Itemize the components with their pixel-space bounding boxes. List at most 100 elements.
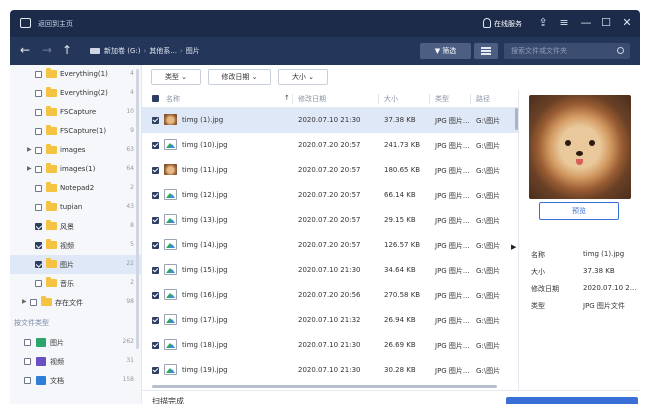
breadcrumb-drive[interactable]: 新加卷 (G:)	[104, 47, 140, 55]
sidebar-item[interactable]: tupian 43	[10, 198, 141, 217]
minimize-icon[interactable]: —	[578, 15, 594, 31]
expand-arrow-icon[interactable]: ▶	[27, 165, 32, 172]
checkbox[interactable]	[35, 128, 42, 135]
up-arrow-icon[interactable]: ↑	[62, 43, 72, 57]
column-header-path[interactable]: 路径	[476, 94, 490, 104]
online-service-link[interactable]: 在线服务	[494, 19, 522, 29]
table-row[interactable]: timg (18).jpg 2020.07.10 21:30 26.69 KB JPG…	[142, 333, 518, 358]
forward-arrow-icon[interactable]: →	[42, 43, 52, 57]
video-icon	[36, 357, 46, 366]
sidebar-item[interactable]: Notepad2 2	[10, 179, 141, 198]
column-divider[interactable]	[429, 94, 430, 104]
row-checkbox[interactable]	[152, 242, 159, 249]
sidebar-item[interactable]: ▶ images 63	[10, 141, 141, 160]
table-row[interactable]: timg (14).jpg 2020.07.20 20:57 126.57 KB JP…	[142, 233, 518, 258]
maximize-icon[interactable]: ☐	[598, 15, 614, 31]
column-divider[interactable]	[292, 94, 293, 104]
sidebar-item[interactable]: ▶ 存在文件 98	[10, 293, 141, 312]
column-header-size[interactable]: 大小	[384, 94, 398, 104]
row-checkbox[interactable]	[152, 142, 159, 149]
online-service-icon[interactable]	[483, 18, 491, 28]
filter-button[interactable]: ▼ 筛选	[420, 43, 471, 59]
column-header-type[interactable]: 类型	[435, 94, 449, 104]
sort-size-label: 大小	[291, 73, 306, 81]
sidebar-item[interactable]: Everything(1) 4	[10, 65, 141, 84]
table-row[interactable]: timg (16).jpg 2020.07.20 20:56 270.58 KB JP…	[142, 283, 518, 308]
column-divider[interactable]	[378, 94, 379, 104]
column-header-name[interactable]: 名称	[166, 94, 180, 104]
expand-arrow-icon[interactable]: ▶	[27, 146, 32, 153]
breadcrumb-current[interactable]: 图片	[186, 47, 200, 55]
row-checkbox[interactable]	[152, 292, 159, 299]
checkbox[interactable]	[35, 166, 42, 173]
checkbox[interactable]	[35, 109, 42, 116]
search-icon[interactable]	[617, 47, 624, 54]
table-row[interactable]: timg (11).jpg 2020.07.20 20:57 180.65 KB JP…	[142, 158, 518, 183]
checkbox[interactable]	[35, 71, 42, 78]
table-row[interactable]: timg (10).jpg 2020.07.20 20:57 241.73 KB JP…	[142, 133, 518, 158]
sidebar-type-item[interactable]: 文档 158	[10, 371, 141, 390]
collapse-panel-icon[interactable]: ▶	[511, 243, 516, 251]
checkbox[interactable]	[35, 280, 42, 287]
share-icon[interactable]: ⇪	[535, 15, 551, 31]
checkbox[interactable]	[35, 242, 42, 249]
sort-by-size-button[interactable]: 大小 ⌄	[278, 69, 328, 85]
sidebar-item[interactable]: FSCapture(1) 9	[10, 122, 141, 141]
expand-arrow-icon[interactable]: ▶	[22, 298, 27, 305]
file-path: G:\图片	[476, 367, 501, 375]
close-icon[interactable]: ✕	[619, 15, 635, 31]
sidebar-item[interactable]: FSCapture 10	[10, 103, 141, 122]
search-input[interactable]: 搜索文件或文件夹	[504, 43, 630, 59]
checkbox[interactable]	[35, 90, 42, 97]
checkbox[interactable]	[35, 185, 42, 192]
image-icon	[36, 338, 46, 347]
table-row[interactable]: timg (15).jpg 2020.07.10 21:30 34.64 KB JPG…	[142, 258, 518, 283]
sidebar-item[interactable]: ▶ images(1) 64	[10, 160, 141, 179]
sidebar-item[interactable]: Everything(2) 4	[10, 84, 141, 103]
sidebar-item[interactable]: 视频 5	[10, 236, 141, 255]
sidebar-scrollbar[interactable]	[136, 69, 139, 349]
row-checkbox[interactable]	[152, 342, 159, 349]
column-header-date[interactable]: 修改日期	[298, 94, 326, 104]
sidebar-item[interactable]: 风景 8	[10, 217, 141, 236]
sidebar-item-selected[interactable]: 图片 22	[10, 255, 141, 274]
view-menu-button[interactable]	[474, 43, 498, 59]
checkbox[interactable]	[35, 147, 42, 154]
column-divider[interactable]	[470, 94, 471, 104]
row-checkbox[interactable]	[152, 217, 159, 224]
checkbox[interactable]	[24, 377, 31, 384]
table-row[interactable]: timg (17).jpg 2020.07.10 21:32 26.94 KB JPG…	[142, 308, 518, 333]
row-checkbox[interactable]	[152, 317, 159, 324]
checkbox[interactable]	[35, 261, 42, 268]
checkbox[interactable]	[24, 358, 31, 365]
table-row[interactable]: timg (13).jpg 2020.07.20 20:57 29.15 KB JPG…	[142, 208, 518, 233]
sort-by-date-button[interactable]: 修改日期 ⌄	[208, 69, 271, 85]
row-checkbox[interactable]	[152, 167, 159, 174]
preview-button[interactable]: 预览	[539, 202, 619, 220]
back-to-home-link[interactable]: 返回到主页	[38, 19, 73, 29]
row-checkbox[interactable]	[152, 117, 159, 124]
home-icon[interactable]	[20, 18, 31, 28]
breadcrumb-folder[interactable]: 其他系...	[149, 47, 177, 55]
back-arrow-icon[interactable]: ←	[20, 43, 30, 57]
table-row[interactable]: timg (12).jpg 2020.07.20 20:57 66.14 KB JPG…	[142, 183, 518, 208]
checkbox[interactable]	[35, 223, 42, 230]
sidebar-item[interactable]: 音乐 2	[10, 274, 141, 293]
row-checkbox[interactable]	[152, 192, 159, 199]
sidebar-type-item[interactable]: 图片 262	[10, 333, 141, 352]
checkbox[interactable]	[30, 299, 37, 306]
row-checkbox[interactable]	[152, 367, 159, 374]
table-row[interactable]: timg (1).jpg 2020.07.10 21:30 37.38 KB JPG …	[142, 108, 518, 133]
checkbox[interactable]	[24, 339, 31, 346]
hamburger-menu-icon[interactable]: ≡	[556, 15, 572, 31]
recover-button[interactable]	[506, 397, 638, 404]
sort-up-arrow-icon[interactable]: ↑	[284, 94, 290, 102]
row-checkbox[interactable]	[152, 267, 159, 274]
select-all-checkbox[interactable]	[152, 95, 159, 102]
checkbox[interactable]	[35, 204, 42, 211]
sidebar-type-item[interactable]: 视频 31	[10, 352, 141, 371]
table-row[interactable]: timg (19).jpg 2020.07.10 21:30 30.28 KB JPG…	[142, 358, 518, 383]
file-type: JPG 图片...	[435, 117, 470, 125]
sort-by-type-button[interactable]: 类型 ⌄	[151, 69, 201, 85]
horizontal-scrollbar[interactable]	[152, 385, 497, 388]
